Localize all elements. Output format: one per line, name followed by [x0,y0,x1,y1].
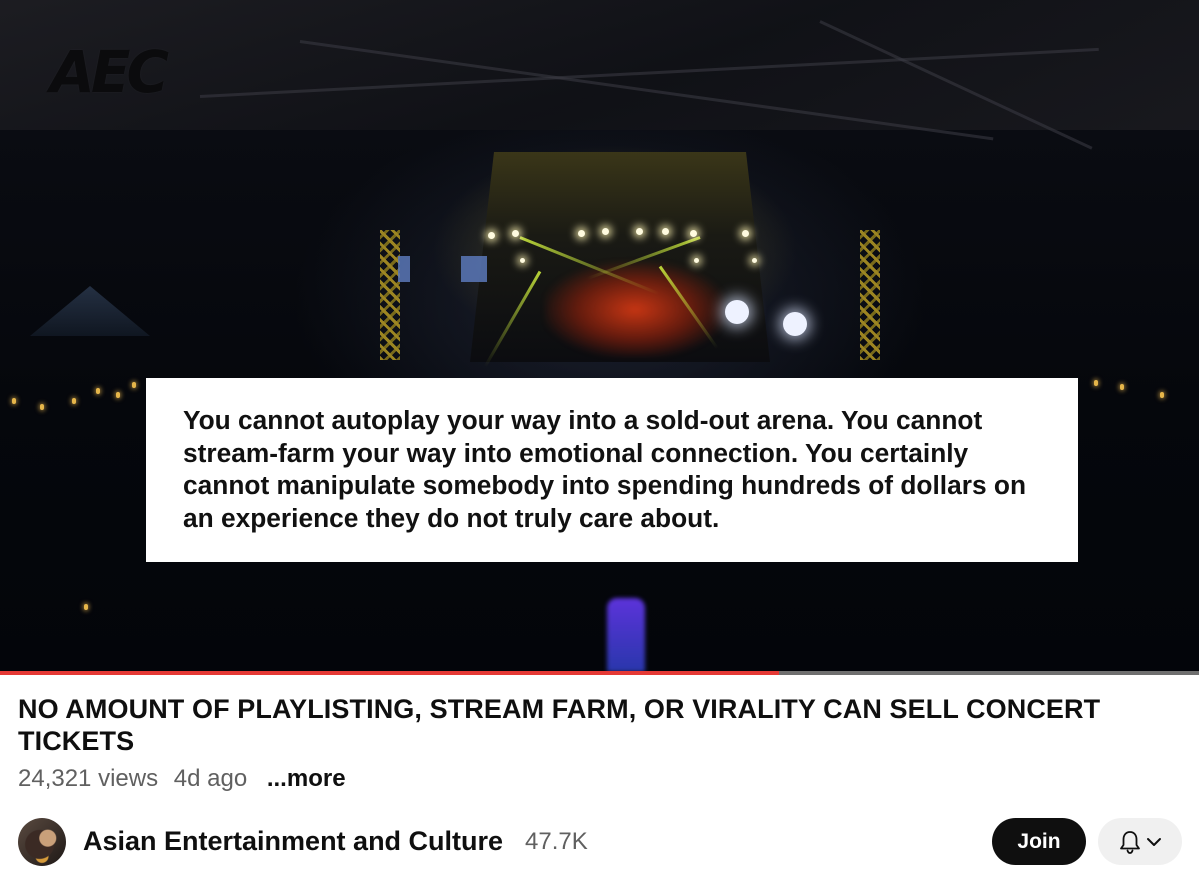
channel-row: Asian Entertainment and Culture 47.7K Jo… [18,816,1182,868]
crowd-lightstick [1094,380,1098,386]
street-lamp [783,312,807,336]
crowd-lightstick [72,398,76,404]
crowd-lightstick [96,388,100,394]
subscriber-count: 47.7K [525,828,588,855]
stage-light [742,230,749,237]
video-meta: 24,321 views 4d ago ...more [18,765,355,793]
stage-light [520,258,525,263]
stage-truss [380,230,400,360]
stage-light [578,230,585,237]
side-screen [461,256,487,282]
crowd-lightstick [1160,392,1164,398]
crowd-lightstick [40,404,44,410]
stage-light [602,228,609,235]
stage-light [694,258,699,263]
video-progress-fill [0,671,780,675]
join-button[interactable]: Join [992,818,1086,865]
video-player[interactable]: AEC You cannot autoplay your way into a … [0,0,1199,672]
more-link[interactable]: ...more [267,765,346,792]
stage-light [690,230,697,237]
purple-light [607,598,645,672]
tent-silhouette [30,286,150,336]
stage-light [752,258,757,263]
street-lamp [725,300,749,324]
stage-light [488,232,495,239]
notification-bell-button[interactable] [1098,818,1182,865]
stage-light [512,230,519,237]
side-screen [398,256,410,282]
crowd-lightstick [12,398,16,404]
stage-light [662,228,669,235]
crowd-lightstick [132,382,136,388]
upload-age: 4d ago [173,765,248,792]
stage-red-glow [545,262,725,357]
chevron-down-icon [1146,836,1162,848]
quote-overlay: You cannot autoplay your way into a sold… [146,378,1078,562]
crowd-lightstick [116,392,120,398]
video-progress-bar[interactable] [0,671,1199,675]
channel-name[interactable]: Asian Entertainment and Culture [83,825,503,857]
stage-light [636,228,643,235]
venue-roof [0,0,1199,130]
stage-truss [860,230,880,360]
crowd-lightstick [1120,384,1124,390]
channel-avatar[interactable] [18,818,66,866]
video-title: NO AMOUNT OF PLAYLISTING, STREAM FARM, O… [18,694,1101,756]
quote-text: You cannot autoplay your way into a sold… [183,405,1027,534]
view-count: 24,321 views [18,765,159,792]
crowd-lightstick [84,604,88,610]
bell-icon [1118,829,1142,855]
channel-watermark-logo: AEC [50,38,169,106]
